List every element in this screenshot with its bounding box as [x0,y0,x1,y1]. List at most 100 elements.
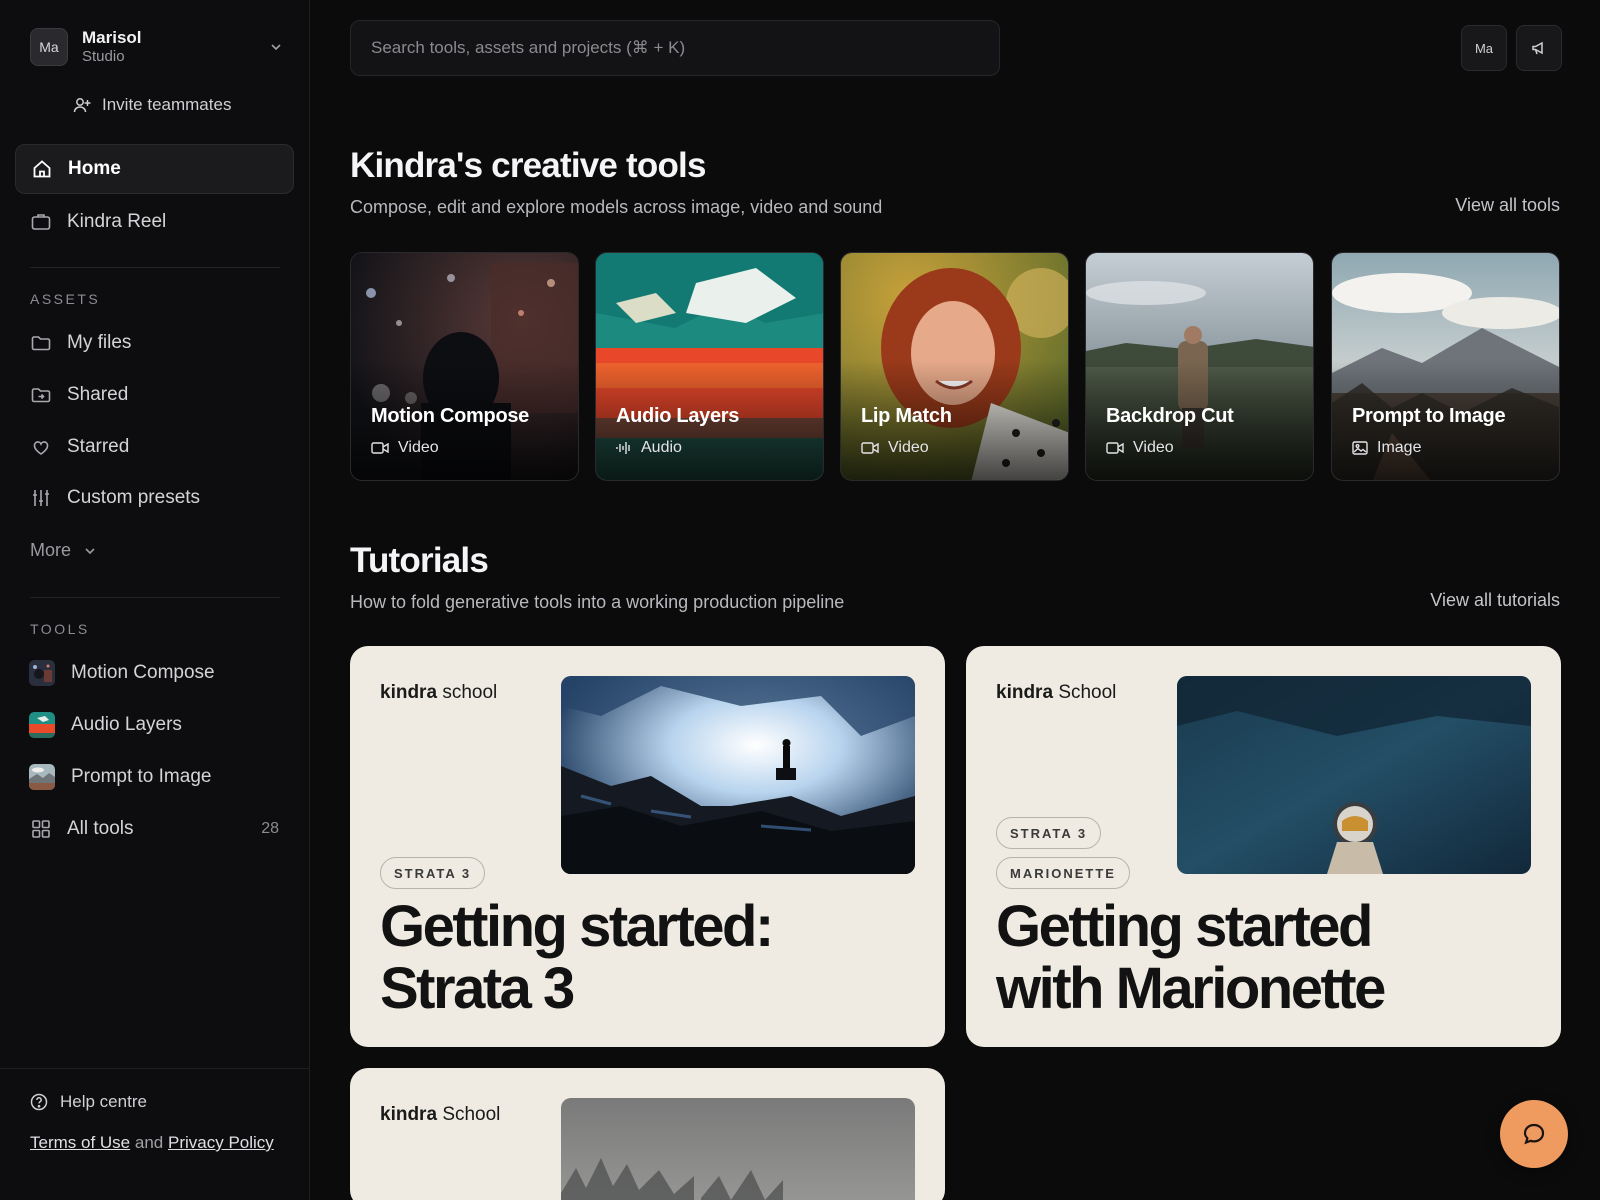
sidebar-item-label: My files [67,332,132,353]
audio-wave-icon [616,441,632,455]
briefcase-icon [30,211,52,233]
workspace-plan: Studio [82,48,125,66]
privacy-link[interactable]: Privacy Policy [168,1133,274,1152]
and-text: and [134,1133,164,1152]
sidebar-item-kindra-reel[interactable]: Kindra Reel [15,197,294,247]
help-icon [30,1093,48,1111]
tool-name: Audio Layers [616,405,740,427]
tool-name: Lip Match [861,405,952,427]
home-icon [31,158,53,180]
tool-card-audio-layers[interactable]: Audio Layers Audio [595,252,824,481]
tool-kind-label: Video [398,439,439,456]
tutorial-title: Getting started: Strata 3 [380,894,774,1021]
image-icon [1352,441,1368,455]
motion-compose-thumbnail [29,660,71,686]
sidebar-item-label: Custom presets [67,487,201,508]
tool-card-lip-match[interactable]: Lip Match Video [840,252,1069,481]
sidebar-item-custom-presets[interactable]: Custom presets [15,473,294,523]
tutorials-title: Tutorials [350,541,489,580]
tool-name: Motion Compose [371,405,530,427]
sidebar: Ma Marisol Studio Invite teammates Home … [0,0,310,1200]
creative-tools-subtitle: Compose, edit and explore models across … [350,197,883,217]
chevron-down-icon [268,39,284,55]
sidebar-item-all-tools[interactable]: All tools 28 [15,804,294,854]
sidebar-tool-motion-compose[interactable]: Motion Compose [15,648,294,698]
sidebar-item-home[interactable]: Home [15,144,294,194]
search-input[interactable] [371,38,999,58]
shared-folder-icon [30,384,52,406]
sidebar-item-label: Prompt to Image [71,766,212,787]
view-all-tutorials-link[interactable]: View all tutorials [1430,590,1560,611]
chat-bubble-icon [1521,1121,1547,1147]
divider [30,597,280,598]
tools-heading: TOOLS [30,621,90,637]
divider [0,1068,310,1069]
video-icon [371,441,389,455]
creative-tools-title: Kindra's creative tools [350,146,706,185]
sidebar-item-shared[interactable]: Shared [15,370,294,420]
grid-icon [30,818,52,840]
tool-kind-label: Video [888,439,929,456]
prompt-to-image-thumbnail [29,764,71,790]
tutorial-thumbnail [1177,676,1531,874]
sidebar-item-label: Kindra Reel [67,211,167,232]
tutorials-subtitle: How to fold generative tools into a work… [350,592,845,612]
sidebar-item-label: Home [68,158,121,179]
tool-kind-label: Audio [641,439,682,456]
workspace-name: Marisol [82,27,142,47]
tutorial-title: Getting started with Marionette [996,894,1386,1021]
sliders-icon [30,487,52,509]
tag-strata-3: STRATA 3 [996,817,1102,849]
sidebar-tool-prompt-to-image[interactable]: Prompt to Image [15,752,294,802]
sidebar-item-label: All tools [67,818,134,839]
help-centre-link[interactable]: Help centre [30,1092,147,1112]
tag-strata-3: STRATA 3 [380,857,486,889]
workspace-switcher[interactable]: Ma Marisol Studio [30,28,284,66]
help-label: Help centre [60,1092,147,1111]
sidebar-item-starred[interactable]: Starred [15,422,294,472]
tool-name: Prompt to Image [1352,405,1506,427]
all-tools-count: 28 [261,820,279,837]
announcements-button[interactable] [1516,25,1562,71]
tag-marionette: MARIONETTE [996,857,1130,889]
terms-link[interactable]: Terms of Use [30,1133,130,1152]
add-user-icon [72,95,92,115]
sidebar-item-my-files[interactable]: My files [15,318,294,368]
tool-name: Backdrop Cut [1106,405,1234,427]
tool-card-backdrop-cut[interactable]: Backdrop Cut Video [1085,252,1314,481]
tutorial-thumbnail [561,676,915,874]
tool-kind-label: Video [1133,439,1174,456]
assets-heading: ASSETS [30,291,101,307]
audio-layers-thumbnail [29,712,71,738]
workspace-avatar: Ma [30,28,68,66]
view-all-tools-link[interactable]: View all tools [1455,195,1560,216]
tool-card-prompt-to-image[interactable]: Prompt to Image Image [1331,252,1560,481]
invite-label: Invite teammates [102,95,232,114]
tool-kind-label: Image [1377,439,1422,456]
sidebar-item-label: Motion Compose [71,662,215,683]
tutorial-card-strata-3[interactable]: kindra school STRATA 3 Getting started: … [350,646,945,1047]
video-icon [861,441,879,455]
megaphone-icon [1530,39,1548,57]
chevron-down-icon [83,544,97,558]
account-avatar-button[interactable]: Ma [1461,25,1507,71]
more-label: More [30,540,72,560]
tutorial-card-marionette[interactable]: kindra School STRATA 3 MARIONETTE Gettin… [966,646,1561,1047]
sidebar-item-label: Starred [67,436,130,457]
kindra-school-logo: kindra School [380,1104,501,1125]
kindra-school-logo: kindra School [996,682,1117,703]
tutorial-card-3[interactable]: kindra School [350,1068,945,1200]
video-icon [1106,441,1124,455]
heart-icon [30,436,52,458]
sidebar-item-label: Audio Layers [71,714,182,735]
sidebar-tool-audio-layers[interactable]: Audio Layers [15,700,294,750]
divider [30,267,280,268]
tutorial-thumbnail [561,1098,915,1200]
chat-support-button[interactable] [1500,1100,1568,1168]
sidebar-item-label: Shared [67,384,129,405]
search-bar[interactable] [350,20,1000,76]
more-toggle[interactable]: More [30,540,97,561]
folder-icon [30,332,52,354]
tool-card-motion-compose[interactable]: Motion Compose Video [350,252,579,481]
invite-teammates-button[interactable]: Invite teammates [72,95,231,115]
